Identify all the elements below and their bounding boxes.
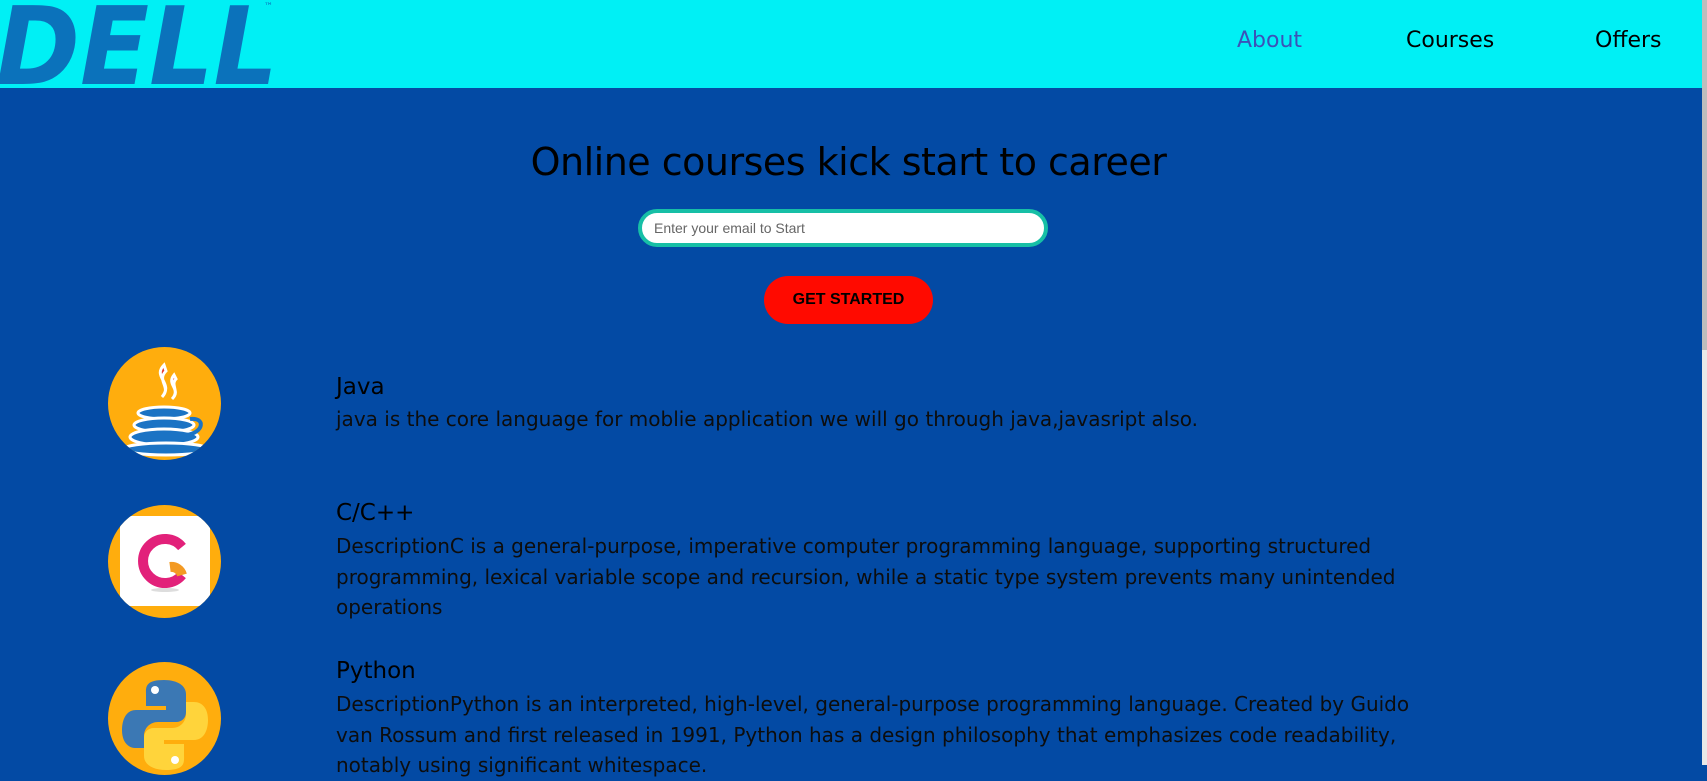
course-description: DescriptionPython is an interpreted, hig…	[336, 692, 1410, 777]
c-language-icon	[108, 505, 221, 618]
java-coffee-icon	[108, 347, 221, 460]
scrollbar-thumb[interactable]	[1702, 0, 1707, 350]
vertical-scrollbar[interactable]	[1702, 0, 1707, 765]
hero-title: Online courses kick start to career	[530, 140, 1167, 184]
course-title: C/C++	[336, 500, 415, 526]
course-description: DescriptionC is a general-purpose, imper…	[336, 534, 1396, 619]
nav-offers-link[interactable]: Offers	[1595, 28, 1662, 53]
svg-text:™: ™	[264, 2, 273, 12]
course-title: Python	[336, 658, 416, 684]
svg-text:DELL: DELL	[0, 0, 278, 88]
get-started-button[interactable]: GET STARTED	[764, 276, 933, 324]
course-title: Java	[336, 374, 385, 400]
nav-courses-link[interactable]: Courses	[1406, 28, 1494, 53]
course-description: java is the core language for moblie app…	[336, 407, 1199, 431]
top-navbar: DELL ™ About Courses Offers	[0, 0, 1702, 88]
python-icon	[108, 662, 221, 775]
nav-about-link[interactable]: About	[1237, 28, 1302, 53]
dell-logo[interactable]: DELL ™	[0, 0, 290, 88]
email-input[interactable]	[638, 209, 1048, 247]
